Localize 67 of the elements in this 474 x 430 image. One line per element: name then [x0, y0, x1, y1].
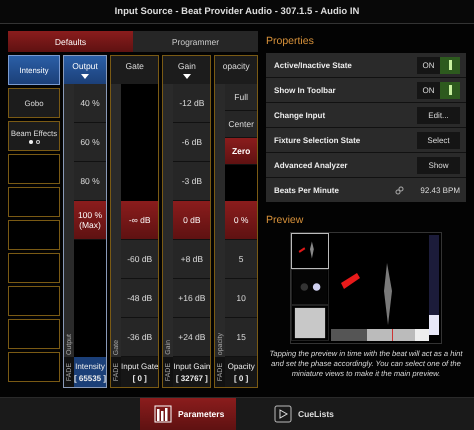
- bar-chart-icon: [154, 405, 172, 423]
- bottom-tab[interactable]: CueLists: [260, 398, 356, 430]
- property-label: Active/Inactive State: [274, 60, 353, 70]
- value-button[interactable]: 100 % (Max): [74, 201, 106, 240]
- value-button[interactable]: +8 dB: [173, 240, 210, 279]
- value-button[interactable]: -60 dB: [121, 240, 158, 279]
- value-button[interactable]: 0 dB: [173, 201, 210, 240]
- value-button[interactable]: 60 %: [74, 123, 106, 162]
- preview-thumbnail[interactable]: [291, 269, 329, 305]
- attribute-readout: Intensity [ 65535 ]: [74, 357, 106, 387]
- family-slot[interactable]: [8, 187, 60, 217]
- value-button[interactable]: -48 dB: [121, 279, 158, 318]
- section-heading: Properties: [266, 35, 315, 47]
- value-button[interactable]: 10: [225, 279, 257, 318]
- value-button[interactable]: Center: [225, 111, 257, 138]
- value-button[interactable]: -3 dB: [173, 162, 210, 201]
- action-button[interactable]: Edit...: [417, 106, 460, 124]
- family-slot[interactable]: [8, 319, 60, 349]
- column-header[interactable]: Gain: [163, 56, 210, 84]
- value-button[interactable]: 0 %: [225, 201, 257, 240]
- value-button[interactable]: Zero: [225, 138, 257, 165]
- on-indicator-icon: [448, 85, 452, 95]
- value-button[interactable]: 80 %: [74, 162, 106, 201]
- family-slot[interactable]: [8, 352, 60, 382]
- action-button[interactable]: Show: [417, 156, 460, 174]
- attribute-readout: Input Gate [ 0 ]: [121, 360, 158, 385]
- column-header[interactable]: opacity: [215, 56, 257, 84]
- property-label: Advanced Analyzer: [274, 160, 349, 170]
- preview-thumbnail[interactable]: [291, 233, 329, 269]
- attribute-readout: Input Gain [ 32767 ]: [173, 360, 210, 385]
- family-slot[interactable]: [8, 154, 60, 184]
- value-button[interactable]: -12 dB: [173, 84, 210, 123]
- property-label: Beats Per Minute: [274, 186, 340, 194]
- toggle-switch[interactable]: ON: [417, 82, 460, 98]
- value-button[interactable]: -∞ dB: [121, 201, 158, 240]
- bottom-tab[interactable]: Parameters: [140, 398, 236, 430]
- family-slot[interactable]: [8, 220, 60, 250]
- toggle-switch[interactable]: ON: [417, 56, 460, 74]
- property-label: Fixture Selection State: [274, 136, 362, 144]
- value-button[interactable]: +16 dB: [173, 279, 210, 318]
- window-title: Input Source - Beat Provider Audio - 307.1.5 - Audio IN: [114, 6, 360, 17]
- tab[interactable]: Programmer: [133, 31, 258, 52]
- value-button[interactable]: +24 dB: [173, 318, 210, 357]
- property-label: Change Input: [274, 110, 326, 120]
- attribute-readout: Opacity [ 0 ]: [226, 360, 256, 385]
- bpm-reading: 92.43 BPM: [419, 186, 460, 194]
- property-label: Show In Toolbar: [274, 86, 337, 94]
- value-button[interactable]: -6 dB: [173, 123, 210, 162]
- family-slot[interactable]: [8, 286, 60, 316]
- value-button[interactable]: 40 %: [74, 84, 106, 123]
- preview-thumbnail[interactable]: [291, 305, 329, 341]
- value-button[interactable]: -36 dB: [121, 318, 158, 357]
- family-slot[interactable]: [8, 253, 60, 283]
- play-icon: [274, 405, 292, 423]
- value-button[interactable]: 5: [225, 240, 257, 279]
- link-icon: [395, 186, 404, 194]
- value-button[interactable]: Full: [225, 84, 257, 111]
- caret-icon: [81, 74, 90, 79]
- on-indicator-icon: [448, 60, 452, 70]
- column-header[interactable]: Output: [64, 56, 106, 84]
- caret-icon: [182, 74, 191, 79]
- action-button[interactable]: Select: [417, 132, 460, 148]
- column-header[interactable]: Gate: [111, 56, 158, 84]
- section-heading: Preview: [266, 214, 304, 226]
- page-dots-icon: [28, 140, 40, 144]
- tab[interactable]: Defaults: [8, 31, 133, 52]
- value-button[interactable]: 15: [225, 318, 257, 357]
